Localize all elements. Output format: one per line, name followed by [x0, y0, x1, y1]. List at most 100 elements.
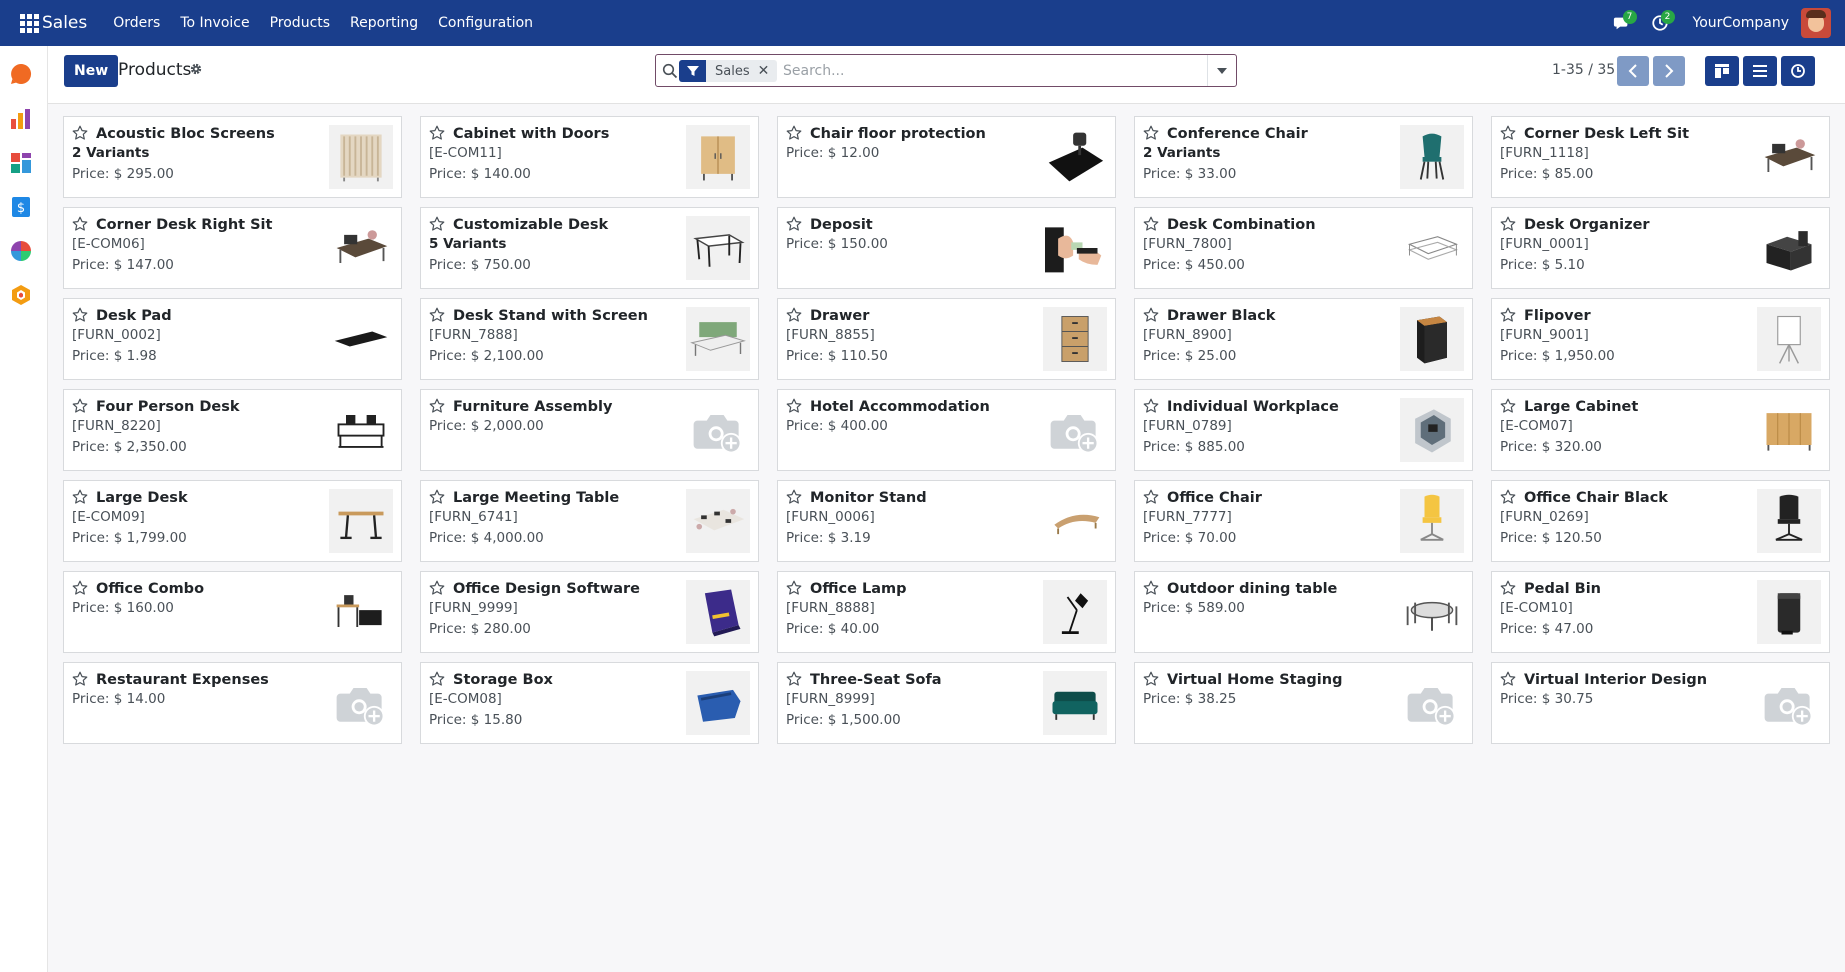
- product-card[interactable]: Desk Combination [FURN_7800] Price: $ 450.…: [1134, 207, 1473, 289]
- pie-app-icon[interactable]: [9, 239, 33, 263]
- star-icon[interactable]: [1500, 671, 1516, 687]
- user-avatar[interactable]: [1801, 8, 1831, 38]
- chat-app-icon[interactable]: [9, 62, 33, 86]
- star-icon[interactable]: [786, 216, 802, 232]
- product-card[interactable]: Office Chair [FURN_7777] Price: $ 70.00: [1134, 480, 1473, 562]
- star-icon[interactable]: [1143, 580, 1159, 596]
- activity-view-button[interactable]: [1781, 56, 1815, 86]
- menu-to-invoice[interactable]: To Invoice: [180, 15, 249, 31]
- product-card[interactable]: Deposit Price: $ 150.00: [777, 207, 1116, 289]
- dashboard-app-icon[interactable]: [9, 151, 33, 175]
- product-card[interactable]: Hotel Accommodation Price: $ 400.00: [777, 389, 1116, 471]
- menu-orders[interactable]: Orders: [113, 15, 160, 31]
- hexagon-app-icon[interactable]: [9, 283, 33, 307]
- star-icon[interactable]: [429, 580, 445, 596]
- product-card[interactable]: Four Person Desk [FURN_8220] Price: $ 2,35…: [63, 389, 402, 471]
- product-card[interactable]: Pedal Bin [E-COM10] Price: $ 47.00: [1491, 571, 1830, 653]
- product-card[interactable]: Office Chair Black [FURN_0269] Price: $ 12…: [1491, 480, 1830, 562]
- menu-products[interactable]: Products: [270, 15, 330, 31]
- product-card[interactable]: Restaurant Expenses Price: $ 14.00: [63, 662, 402, 744]
- star-icon[interactable]: [1500, 307, 1516, 323]
- product-card[interactable]: Drawer [FURN_8855] Price: $ 110.50: [777, 298, 1116, 380]
- star-icon[interactable]: [1500, 216, 1516, 232]
- product-card[interactable]: Virtual Interior Design Price: $ 30.75: [1491, 662, 1830, 744]
- product-card[interactable]: Office Design Software [FURN_9999] Price: …: [420, 571, 759, 653]
- star-icon[interactable]: [72, 125, 88, 141]
- star-icon[interactable]: [1143, 489, 1159, 505]
- star-icon[interactable]: [1143, 307, 1159, 323]
- product-card[interactable]: Individual Workplace [FURN_0789] Price: $ …: [1134, 389, 1473, 471]
- star-icon[interactable]: [1143, 216, 1159, 232]
- pager-next-button[interactable]: [1653, 56, 1685, 86]
- star-icon[interactable]: [1143, 671, 1159, 687]
- search-icon[interactable]: [662, 63, 678, 79]
- product-card[interactable]: Monitor Stand [FURN_0006] Price: $ 3.19: [777, 480, 1116, 562]
- product-price: Price: $ 400.00: [786, 418, 888, 434]
- star-icon[interactable]: [786, 671, 802, 687]
- product-card[interactable]: Corner Desk Left Sit [FURN_1118] Price: $ …: [1491, 116, 1830, 198]
- product-card[interactable]: Furniture Assembly Price: $ 2,000.00: [420, 389, 759, 471]
- star-icon[interactable]: [1500, 489, 1516, 505]
- activities-button[interactable]: 2: [1641, 0, 1679, 46]
- star-icon[interactable]: [1143, 125, 1159, 141]
- product-card[interactable]: Storage Box [E-COM08] Price: $ 15.80: [420, 662, 759, 744]
- product-card[interactable]: Three-Seat Sofa [FURN_8999] Price: $ 1,500…: [777, 662, 1116, 744]
- product-card[interactable]: Chair floor protection Price: $ 12.00: [777, 116, 1116, 198]
- star-icon[interactable]: [429, 489, 445, 505]
- product-card[interactable]: Flipover [FURN_9001] Price: $ 1,950.00: [1491, 298, 1830, 380]
- star-icon[interactable]: [72, 398, 88, 414]
- app-name[interactable]: Sales: [42, 13, 87, 33]
- star-icon[interactable]: [429, 307, 445, 323]
- product-card[interactable]: Customizable Desk 5 Variants Price: $ 750.…: [420, 207, 759, 289]
- close-icon[interactable]: ✕: [758, 63, 778, 79]
- star-icon[interactable]: [429, 398, 445, 414]
- star-icon[interactable]: [72, 671, 88, 687]
- invoice-app-icon[interactable]: $: [9, 195, 33, 219]
- star-icon[interactable]: [429, 125, 445, 141]
- search-input[interactable]: [783, 59, 1203, 83]
- product-card[interactable]: Desk Organizer [FURN_0001] Price: $ 5.10: [1491, 207, 1830, 289]
- star-icon[interactable]: [786, 489, 802, 505]
- star-icon[interactable]: [786, 125, 802, 141]
- product-card[interactable]: Large Cabinet [E-COM07] Price: $ 320.00: [1491, 389, 1830, 471]
- product-card[interactable]: Desk Pad [FURN_0002] Price: $ 1.98: [63, 298, 402, 380]
- new-button[interactable]: New: [64, 55, 119, 87]
- kanban-view-button[interactable]: [1705, 56, 1739, 86]
- star-icon[interactable]: [72, 489, 88, 505]
- product-card[interactable]: Desk Stand with Screen [FURN_7888] Price: …: [420, 298, 759, 380]
- star-icon[interactable]: [72, 307, 88, 323]
- product-card[interactable]: Large Meeting Table [FURN_6741] Price: $ 4…: [420, 480, 759, 562]
- page-title[interactable]: Products: [118, 60, 191, 80]
- star-icon[interactable]: [429, 671, 445, 687]
- menu-reporting[interactable]: Reporting: [350, 15, 418, 31]
- star-icon[interactable]: [786, 580, 802, 596]
- product-card[interactable]: Cabinet with Doors [E-COM11] Price: $ 140.…: [420, 116, 759, 198]
- star-icon[interactable]: [786, 307, 802, 323]
- pager-previous-button[interactable]: [1617, 56, 1649, 86]
- pager-value[interactable]: 1-35 / 35: [1552, 62, 1615, 78]
- product-card[interactable]: Outdoor dining table Price: $ 589.00: [1134, 571, 1473, 653]
- star-icon[interactable]: [1500, 125, 1516, 141]
- star-icon[interactable]: [72, 580, 88, 596]
- star-icon[interactable]: [1500, 398, 1516, 414]
- product-card[interactable]: Virtual Home Staging Price: $ 38.25: [1134, 662, 1473, 744]
- star-icon[interactable]: [429, 216, 445, 232]
- search-options-toggle[interactable]: [1207, 55, 1236, 86]
- product-card[interactable]: Conference Chair 2 Variants Price: $ 33.00: [1134, 116, 1473, 198]
- messages-button[interactable]: 7: [1603, 0, 1641, 46]
- product-card[interactable]: Corner Desk Right Sit [E-COM06] Price: $ 1…: [63, 207, 402, 289]
- product-card[interactable]: Acoustic Bloc Screens 2 Variants Price: $ …: [63, 116, 402, 198]
- company-switcher[interactable]: YourCompany: [1693, 15, 1790, 31]
- star-icon[interactable]: [1143, 398, 1159, 414]
- product-card[interactable]: Office Combo Price: $ 160.00: [63, 571, 402, 653]
- product-card[interactable]: Drawer Black [FURN_8900] Price: $ 25.00: [1134, 298, 1473, 380]
- product-card[interactable]: Large Desk [E-COM09] Price: $ 1,799.00: [63, 480, 402, 562]
- list-view-button[interactable]: [1743, 56, 1777, 86]
- menu-configuration[interactable]: Configuration: [438, 15, 533, 31]
- bar-chart-app-icon[interactable]: [9, 107, 33, 131]
- gear-icon[interactable]: [189, 62, 203, 76]
- product-card[interactable]: Office Lamp [FURN_8888] Price: $ 40.00: [777, 571, 1116, 653]
- star-icon[interactable]: [1500, 580, 1516, 596]
- star-icon[interactable]: [786, 398, 802, 414]
- star-icon[interactable]: [72, 216, 88, 232]
